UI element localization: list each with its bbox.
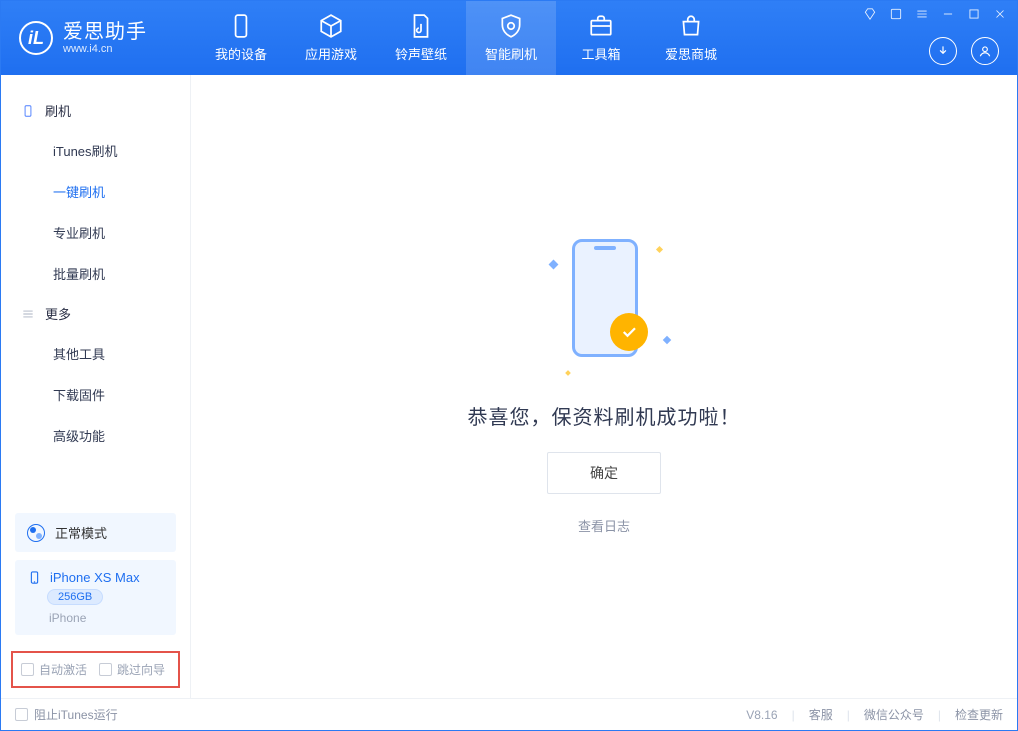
sidebar-item-other-tools[interactable]: 其他工具 bbox=[1, 333, 190, 374]
device-icon bbox=[228, 13, 254, 39]
logo: iL 爱思助手 www.i4.cn bbox=[1, 1, 196, 75]
success-title: 恭喜您，保资料刷机成功啦！ bbox=[468, 401, 741, 430]
sidebar-item-download-firmware[interactable]: 下载固件 bbox=[1, 374, 190, 415]
app-window: iL 爱思助手 www.i4.cn 我的设备 应用游戏 铃声壁纸 智能刷机 bbox=[0, 0, 1018, 731]
theme-icon[interactable] bbox=[863, 7, 877, 21]
nav-smart-flash[interactable]: 智能刷机 bbox=[466, 1, 556, 75]
checkbox-auto-activate[interactable]: 自动激活 bbox=[21, 661, 87, 678]
device-name: iPhone XS Max bbox=[50, 570, 140, 585]
body: 刷机 iTunes刷机 一键刷机 专业刷机 批量刷机 更多 其他工具 下载固件 … bbox=[1, 75, 1017, 698]
checkmark-badge-icon bbox=[610, 313, 648, 351]
checkbox-skip-guide[interactable]: 跳过向导 bbox=[99, 661, 165, 678]
sidebar-item-advanced[interactable]: 高级功能 bbox=[1, 415, 190, 456]
shield-refresh-icon bbox=[498, 13, 524, 39]
menu-icon[interactable] bbox=[915, 7, 929, 21]
checkbox-label: 阻止iTunes运行 bbox=[34, 706, 118, 723]
wechat-link[interactable]: 微信公众号 bbox=[864, 706, 924, 723]
sidebar-item-itunes-flash[interactable]: iTunes刷机 bbox=[1, 130, 190, 171]
support-link[interactable]: 客服 bbox=[809, 706, 833, 723]
success-illustration bbox=[544, 239, 664, 379]
nav-toolbox[interactable]: 工具箱 bbox=[556, 1, 646, 75]
sparkle-icon bbox=[663, 335, 671, 343]
checkbox-block-itunes[interactable]: 阻止iTunes运行 bbox=[15, 706, 118, 723]
separator: | bbox=[938, 708, 941, 722]
titlebar-controls bbox=[863, 7, 1007, 21]
nav-store[interactable]: 爱思商城 bbox=[646, 1, 736, 75]
phone-icon bbox=[27, 570, 42, 585]
version-label: V8.16 bbox=[746, 708, 777, 722]
app-name-cn: 爱思助手 bbox=[63, 22, 147, 42]
check-update-link[interactable]: 检查更新 bbox=[955, 706, 1003, 723]
sparkle-icon bbox=[549, 259, 559, 269]
sidebar-scroll: 刷机 iTunes刷机 一键刷机 专业刷机 批量刷机 更多 其他工具 下载固件 … bbox=[1, 75, 190, 505]
list-icon bbox=[21, 307, 35, 321]
logo-text: 爱思助手 www.i4.cn bbox=[63, 22, 147, 55]
checkbox-label: 自动激活 bbox=[39, 661, 87, 678]
briefcase-icon bbox=[588, 13, 614, 39]
device-card[interactable]: iPhone XS Max 256GB iPhone bbox=[15, 560, 176, 635]
device-mode-card[interactable]: 正常模式 bbox=[15, 513, 176, 552]
nav-label: 应用游戏 bbox=[305, 44, 357, 63]
sparkle-icon bbox=[656, 245, 663, 252]
flash-options-box: 自动激活 跳过向导 bbox=[11, 651, 180, 688]
sidebar-group-title: 刷机 bbox=[45, 101, 71, 120]
nav-label: 铃声壁纸 bbox=[395, 44, 447, 63]
nav-label: 我的设备 bbox=[215, 44, 267, 63]
account-button[interactable] bbox=[971, 37, 999, 65]
sidebar-group-flash: 刷机 bbox=[1, 91, 190, 130]
phone-icon bbox=[21, 104, 35, 118]
nav-my-device[interactable]: 我的设备 bbox=[196, 1, 286, 75]
minimize-icon[interactable] bbox=[941, 7, 955, 21]
view-log-link[interactable]: 查看日志 bbox=[578, 516, 630, 535]
status-bar: 阻止iTunes运行 V8.16 | 客服 | 微信公众号 | 检查更新 bbox=[1, 698, 1017, 730]
sidebar-group-more: 更多 bbox=[1, 294, 190, 333]
sidebar: 刷机 iTunes刷机 一键刷机 专业刷机 批量刷机 更多 其他工具 下载固件 … bbox=[1, 75, 191, 698]
checkbox-icon bbox=[99, 663, 112, 676]
close-icon[interactable] bbox=[993, 7, 1007, 21]
sidebar-group-title: 更多 bbox=[45, 304, 71, 323]
maximize-icon[interactable] bbox=[967, 7, 981, 21]
separator: | bbox=[792, 708, 795, 722]
nav-apps-games[interactable]: 应用游戏 bbox=[286, 1, 376, 75]
nav-label: 工具箱 bbox=[581, 44, 620, 63]
logo-icon: iL bbox=[19, 21, 53, 55]
main-panel: 恭喜您，保资料刷机成功啦！ 确定 查看日志 bbox=[191, 75, 1017, 698]
bag-icon bbox=[678, 13, 704, 39]
checkbox-label: 跳过向导 bbox=[117, 661, 165, 678]
device-type: iPhone bbox=[49, 611, 164, 625]
separator: | bbox=[847, 708, 850, 722]
cube-icon bbox=[318, 13, 344, 39]
sidebar-item-oneclick-flash[interactable]: 一键刷机 bbox=[1, 171, 190, 212]
confirm-button[interactable]: 确定 bbox=[547, 452, 661, 494]
music-file-icon bbox=[408, 13, 434, 39]
nav-ringtones-wallpapers[interactable]: 铃声壁纸 bbox=[376, 1, 466, 75]
feedback-icon[interactable] bbox=[889, 7, 903, 21]
sparkle-icon bbox=[565, 370, 571, 376]
header-actions bbox=[929, 37, 999, 65]
nav-label: 智能刷机 bbox=[485, 44, 537, 63]
main-nav: 我的设备 应用游戏 铃声壁纸 智能刷机 工具箱 爱思商城 bbox=[196, 1, 736, 75]
header: iL 爱思助手 www.i4.cn 我的设备 应用游戏 铃声壁纸 智能刷机 bbox=[1, 1, 1017, 75]
checkbox-icon bbox=[21, 663, 34, 676]
download-button[interactable] bbox=[929, 37, 957, 65]
sidebar-item-batch-flash[interactable]: 批量刷机 bbox=[1, 253, 190, 294]
device-storage-badge: 256GB bbox=[47, 589, 103, 605]
statusbar-right: V8.16 | 客服 | 微信公众号 | 检查更新 bbox=[746, 706, 1003, 723]
nav-label: 爱思商城 bbox=[665, 44, 717, 63]
app-name-en: www.i4.cn bbox=[63, 44, 147, 55]
checkbox-icon bbox=[15, 708, 28, 721]
mode-icon bbox=[27, 524, 45, 542]
sidebar-item-pro-flash[interactable]: 专业刷机 bbox=[1, 212, 190, 253]
device-mode-label: 正常模式 bbox=[55, 523, 107, 542]
